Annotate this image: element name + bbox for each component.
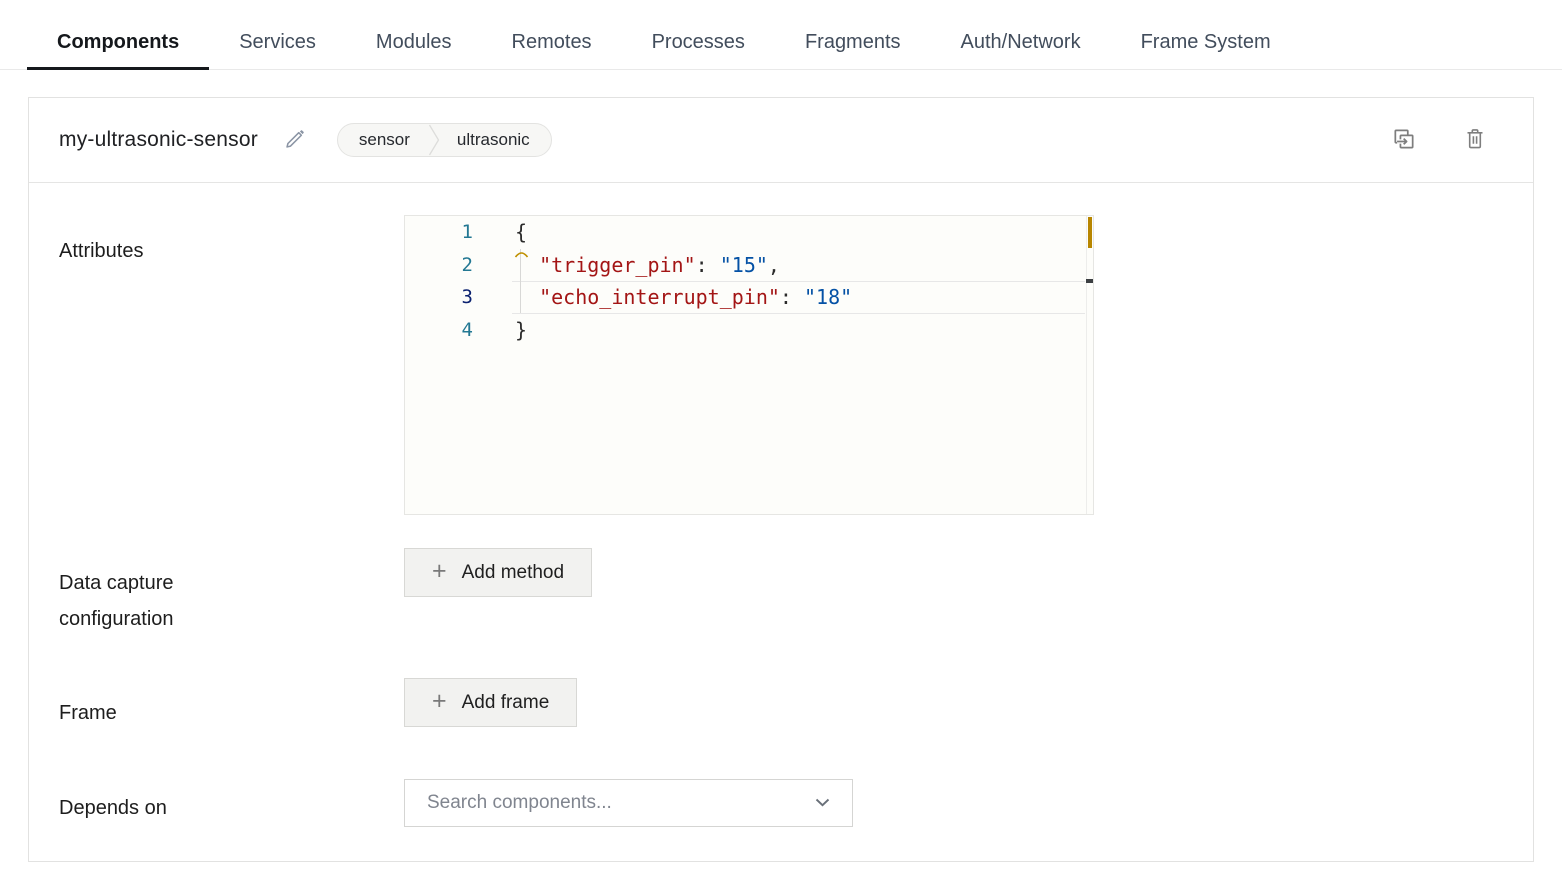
line-number-1: 1 bbox=[405, 216, 515, 249]
depends-on-placeholder: Search components... bbox=[427, 792, 612, 814]
tab-components[interactable]: Components bbox=[27, 31, 209, 69]
code-indent bbox=[515, 285, 539, 309]
trash-icon bbox=[1463, 126, 1487, 155]
plus-icon: + bbox=[432, 689, 447, 714]
delete-button[interactable] bbox=[1463, 126, 1487, 155]
code-token-value: "15" bbox=[720, 253, 768, 277]
attributes-label: Attributes bbox=[59, 215, 404, 515]
depends-on-select[interactable]: Search components... bbox=[404, 779, 853, 827]
tab-processes[interactable]: Processes bbox=[622, 31, 775, 69]
component-type: sensor bbox=[338, 124, 428, 156]
tab-frame-system[interactable]: Frame System bbox=[1111, 31, 1301, 69]
duplicate-icon bbox=[1391, 126, 1417, 155]
plus-icon: + bbox=[432, 559, 447, 584]
card-actions bbox=[1391, 126, 1487, 155]
add-method-button[interactable]: + Add method bbox=[404, 548, 592, 597]
frame-label: Frame bbox=[59, 678, 404, 731]
pencil-icon bbox=[284, 127, 307, 153]
editor-warning-squiggle-icon bbox=[514, 243, 529, 262]
line-number-3: 3 bbox=[405, 281, 515, 314]
depends-on-row: Depends on Search components... bbox=[29, 779, 1533, 827]
frame-row: Frame + Add frame bbox=[29, 678, 1533, 731]
attributes-row: Attributes 1 { 2 "trigger_pin": "15", 3 … bbox=[29, 215, 1533, 515]
duplicate-button[interactable] bbox=[1391, 126, 1417, 155]
code-token: { bbox=[515, 220, 527, 244]
data-capture-label: Data capture configuration bbox=[59, 548, 404, 637]
breadcrumb-chevron-icon bbox=[428, 124, 440, 156]
component-type-badge: sensor ultrasonic bbox=[337, 123, 552, 157]
code-token: , bbox=[768, 253, 780, 277]
tab-services[interactable]: Services bbox=[209, 31, 346, 69]
tab-auth-network[interactable]: Auth/Network bbox=[931, 31, 1111, 69]
editor-overview-ruler[interactable] bbox=[1086, 216, 1093, 514]
component-name: my-ultrasonic-sensor bbox=[59, 128, 258, 152]
line-number-2: 2 bbox=[405, 249, 515, 282]
code-token: } bbox=[515, 318, 527, 342]
tab-remotes[interactable]: Remotes bbox=[482, 31, 622, 69]
code-line-4: 4 } bbox=[405, 314, 1093, 347]
code-token-key: "echo_interrupt_pin" bbox=[539, 285, 780, 309]
depends-on-label: Depends on bbox=[59, 779, 404, 827]
tab-fragments[interactable]: Fragments bbox=[775, 31, 931, 69]
data-capture-row: Data capture configuration + Add method bbox=[29, 548, 1533, 637]
card-bottom-spacer bbox=[29, 827, 1533, 861]
component-model: ultrasonic bbox=[440, 124, 551, 156]
attributes-code-editor[interactable]: 1 { 2 "trigger_pin": "15", 3 "echo_inter… bbox=[404, 215, 1094, 515]
add-method-button-label: Add method bbox=[462, 562, 564, 584]
code-token: : bbox=[780, 285, 804, 309]
component-card: my-ultrasonic-sensor sensor ultrasonic bbox=[28, 97, 1534, 862]
code-line-1: 1 { bbox=[405, 216, 1093, 249]
add-frame-button[interactable]: + Add frame bbox=[404, 678, 577, 727]
tab-modules[interactable]: Modules bbox=[346, 31, 482, 69]
add-frame-button-label: Add frame bbox=[462, 692, 550, 714]
edit-name-button[interactable] bbox=[284, 127, 307, 153]
component-card-header: my-ultrasonic-sensor sensor ultrasonic bbox=[29, 98, 1533, 183]
line-number-4: 4 bbox=[405, 314, 515, 347]
overview-warning-marker bbox=[1088, 217, 1092, 248]
overview-cursor-marker bbox=[1086, 279, 1093, 283]
code-token-key: "trigger_pin" bbox=[539, 253, 696, 277]
config-tabbar: Components Services Modules Remotes Proc… bbox=[0, 0, 1562, 70]
code-token: : bbox=[696, 253, 720, 277]
code-line-2: 2 "trigger_pin": "15", bbox=[405, 249, 1093, 282]
code-token-value: "18" bbox=[804, 285, 852, 309]
chevron-down-icon bbox=[815, 794, 830, 812]
code-line-3: 3 "echo_interrupt_pin": "18" bbox=[405, 281, 1093, 314]
